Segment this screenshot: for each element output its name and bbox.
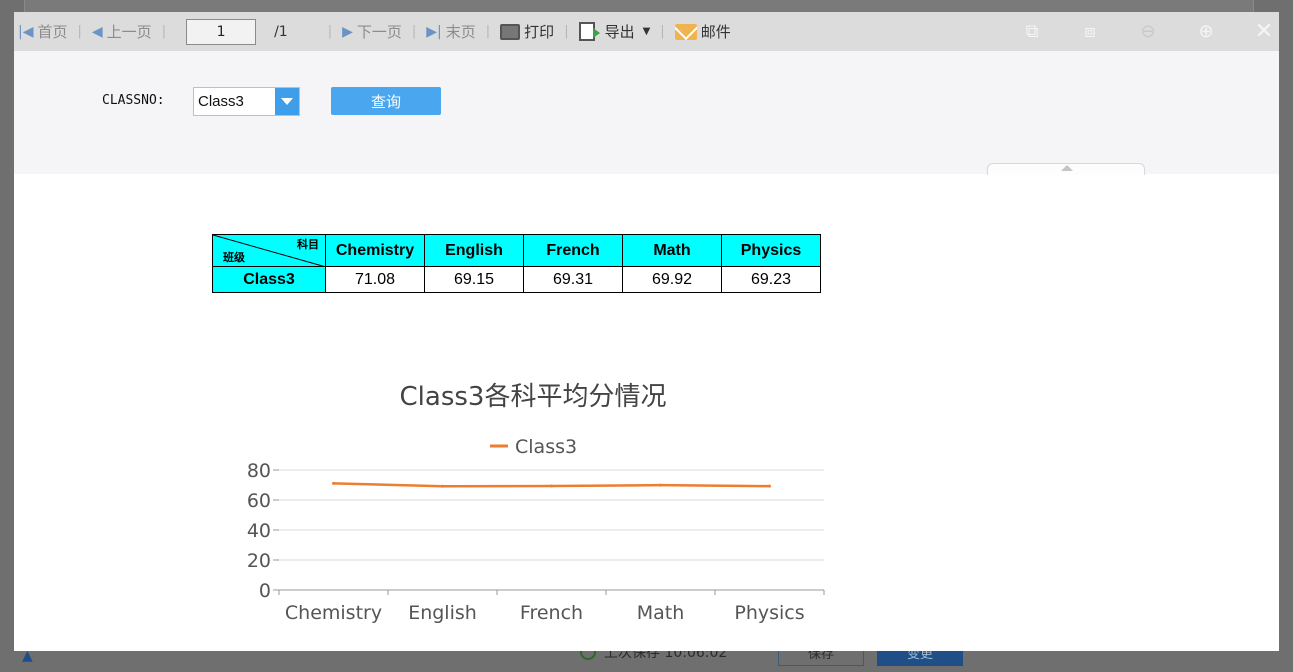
x-tick-label: Chemistry	[285, 602, 382, 624]
query-panel: CLASSNO: Class3 查询	[14, 51, 1279, 175]
toolbar-separator: |	[564, 24, 569, 39]
export-label: 导出	[604, 23, 635, 41]
toolbar-separator: |	[660, 24, 665, 39]
corner-class-label: 班级	[223, 252, 245, 264]
printer-icon	[500, 23, 521, 40]
last-page-label: 末页	[445, 23, 476, 41]
table-row: Class3 71.08 69.15 69.31 69.92 69.23	[212, 266, 821, 293]
collapse-panel-toggle[interactable]	[987, 163, 1145, 175]
row-header: Class3	[212, 266, 326, 293]
data-point	[441, 484, 444, 488]
average-score-line-chart: Class3各科平均分情况 Class3 0 20 40 60 80 Chemistry Eng…	[247, 382, 825, 624]
report-preview-dialog: |◀ 首页 | ◀ 上一页 | 1 /1 | ▶ 下一页 | ▶| 末页 | 打…	[14, 12, 1279, 651]
classno-label: CLASSNO:	[102, 93, 165, 108]
x-tick-label: French	[520, 602, 583, 624]
close-icon[interactable]: ✕	[1235, 12, 1279, 51]
y-tick-label: 60	[247, 490, 271, 512]
page-number-input[interactable]: 1	[186, 18, 257, 45]
column-header: Physics	[721, 234, 821, 267]
toolbar-separator: |	[77, 24, 82, 39]
x-tick-label: Math	[637, 602, 685, 624]
page-total: /1	[274, 23, 288, 40]
rotate-icon[interactable]: ⧈	[1061, 12, 1119, 51]
column-header: Math	[622, 234, 722, 267]
report-toolbar: |◀ 首页 | ◀ 上一页 | 1 /1 | ▶ 下一页 | ▶| 末页 | 打…	[14, 12, 1279, 51]
y-tick-label: 0	[259, 580, 271, 602]
last-page-button[interactable]: ▶| 末页	[426, 21, 476, 42]
zoom-in-icon[interactable]: ⊕	[1177, 12, 1235, 51]
mail-button[interactable]: 邮件	[674, 21, 731, 42]
column-header: English	[424, 234, 524, 267]
column-header: Chemistry	[325, 234, 425, 267]
footer-menu-icon: ▲	[22, 648, 33, 664]
classno-select-value: Class3	[198, 93, 244, 110]
data-point	[768, 484, 771, 488]
dropdown-arrow-icon[interactable]	[275, 88, 299, 115]
zoom-out-icon[interactable]: ⊖	[1119, 12, 1177, 51]
y-tick-label: 40	[247, 520, 271, 542]
toolbar-separator: |	[161, 24, 167, 39]
toolbar-separator: |	[411, 24, 417, 39]
table-cell: 69.31	[523, 266, 623, 293]
next-page-label: 下一页	[356, 23, 402, 41]
prev-page-icon: ◀	[91, 23, 103, 40]
data-point	[550, 484, 553, 488]
corner-subject-label: 科目	[297, 239, 319, 251]
print-button[interactable]: 打印	[500, 21, 554, 42]
next-page-icon: ▶	[342, 23, 353, 40]
prev-page-label: 上一页	[106, 23, 152, 41]
window-controls: ⧉ ⧈ ⊖ ⊕ ✕	[1003, 12, 1279, 51]
table-cell: 71.08	[325, 266, 425, 293]
first-page-label: 首页	[37, 23, 68, 41]
table-cell: 69.15	[424, 266, 524, 293]
table-corner-header: 科目 班级	[212, 234, 326, 267]
y-tick-label: 20	[247, 550, 271, 572]
mail-icon	[674, 23, 697, 40]
export-icon	[578, 22, 600, 41]
chevron-down-icon: ▼	[642, 26, 651, 37]
table-cell: 69.23	[721, 266, 821, 293]
export-button[interactable]: 导出 ▼	[578, 21, 651, 42]
y-tick-label: 80	[247, 460, 271, 482]
legend-label: Class3	[515, 436, 577, 458]
last-page-icon: ▶|	[426, 23, 442, 40]
table-header-row: 科目 班级 Chemistry English French Math Phys…	[212, 234, 821, 267]
background-panel-edge	[24, 0, 1254, 12]
data-point	[332, 481, 335, 485]
query-button[interactable]: 查询	[331, 87, 441, 115]
average-score-table: 科目 班级 Chemistry English French Math Phys…	[212, 234, 821, 293]
prev-page-button[interactable]: ◀ 上一页	[92, 21, 152, 42]
toolbar-separator: |	[485, 24, 491, 39]
table-cell: 69.92	[622, 266, 722, 293]
restore-icon[interactable]: ⧉	[1003, 12, 1061, 51]
column-header: French	[523, 234, 623, 267]
toolbar-separator: |	[327, 24, 333, 39]
classno-select[interactable]: Class3	[193, 87, 300, 116]
next-page-button[interactable]: ▶ 下一页	[342, 21, 402, 42]
print-label: 打印	[524, 23, 555, 41]
x-tick-label: Physics	[734, 602, 804, 624]
x-tick-label: English	[408, 602, 477, 624]
first-page-button[interactable]: |◀ 首页	[18, 21, 68, 42]
chart-title: Class3各科平均分情况	[400, 382, 667, 412]
mail-label: 邮件	[700, 23, 731, 41]
data-point	[659, 483, 662, 487]
first-page-icon: |◀	[18, 23, 34, 40]
